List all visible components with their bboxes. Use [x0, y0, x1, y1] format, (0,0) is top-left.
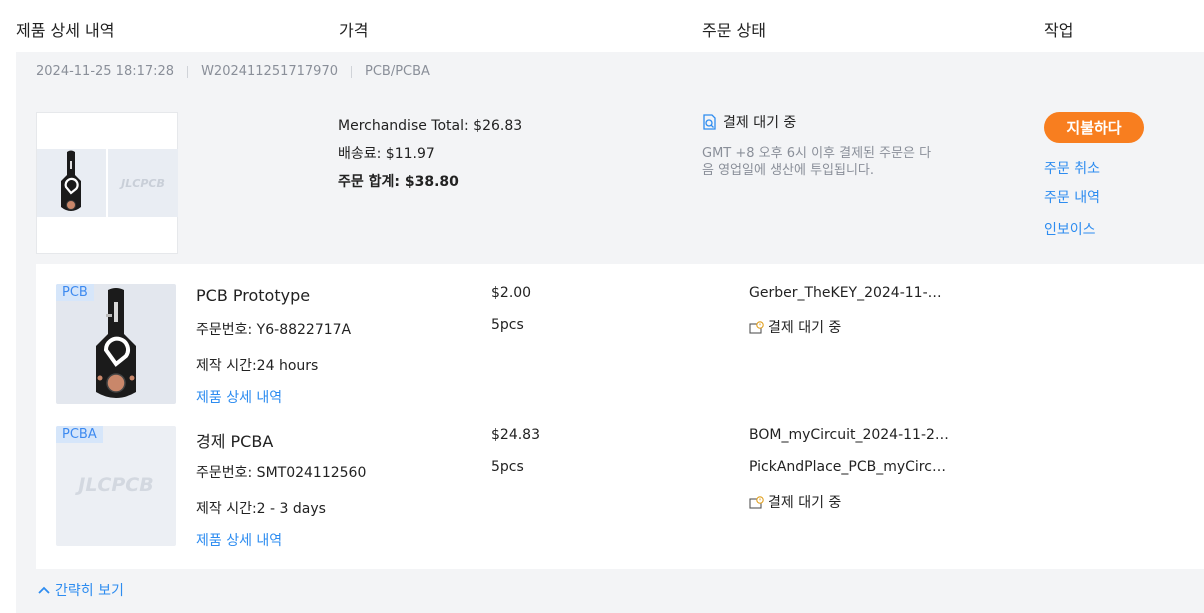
jlcpcb-watermark: JLCPCB	[78, 474, 154, 496]
wallet-clock-icon	[749, 320, 764, 334]
order-date: 2024-11-25 18:17:28	[36, 64, 175, 79]
item-quantity: 5pcs	[491, 459, 524, 475]
item-status-text: 결제 대기 중	[768, 495, 842, 511]
item-title: 경제 PCBA	[196, 432, 274, 451]
item-price: $2.00	[491, 285, 532, 301]
item-build-time: 제작 시간:2 - 3 days	[196, 501, 326, 517]
col-price-header: 가격	[339, 21, 369, 40]
order-id: W202411251717970	[201, 64, 338, 79]
item-status: 결제 대기 중	[749, 492, 841, 512]
pcba-thumbnail: JLCPCB	[108, 149, 178, 217]
item-order-number: 주문번호: SMT024112560	[196, 465, 367, 481]
jlcpcb-watermark: JLCPCB	[121, 176, 165, 190]
order-card: 2024-11-25 18:17:28 W202411251717970 PCB…	[16, 52, 1204, 613]
pcb-item-image[interactable]: PCB	[56, 284, 176, 404]
order-total-value: $38.80	[404, 174, 459, 190]
item-details-link[interactable]: 제품 상세 내역	[196, 387, 282, 407]
merch-total: Merchandise Total: $26.83	[338, 118, 523, 134]
chevron-up-icon	[38, 586, 50, 594]
item-order-number: 주문번호: Y6-8822717A	[196, 322, 352, 338]
bom-file-link[interactable]: BOM_myCircuit_2024-11-24.csv	[749, 427, 949, 443]
order-type: PCB/PCBA	[365, 64, 430, 79]
order-total: 주문 합계: $38.80	[338, 168, 522, 196]
table-header: 제품 상세 내역 가격 주문 상태 작업	[0, 0, 1204, 52]
item-quantity: 5pcs	[491, 317, 524, 333]
col-status-header: 주문 상태	[702, 21, 766, 40]
divider	[187, 65, 189, 78]
order-totals: Merchandise Total: $26.83 배송료: $11.97 주문…	[338, 112, 522, 196]
pay-button[interactable]: 지불하다	[1044, 112, 1144, 143]
cancel-order-link[interactable]: 주문 취소	[1044, 158, 1100, 178]
pcb-board-icon	[96, 288, 136, 398]
order-details-link[interactable]: 주문 내역	[1044, 187, 1100, 207]
collapse-link[interactable]: 간략히 보기	[38, 580, 124, 600]
order-status: 결제 대기 중	[702, 112, 796, 132]
shipping-fee: 배송료: $11.97	[338, 146, 435, 162]
item-build-time: 제작 시간:24 hours	[196, 358, 319, 374]
invoice-link[interactable]: 인보이스	[1044, 219, 1096, 239]
col-details-header: 제품 상세 내역	[16, 21, 115, 40]
pcb-thumbnail	[37, 149, 106, 217]
col-action-header: 작업	[1044, 21, 1074, 40]
item-type-tag: PCBA	[56, 426, 103, 443]
gerber-file-link[interactable]: Gerber_TheKEY_2024-11-24.zip	[749, 285, 949, 301]
order-status-text: 결제 대기 중	[723, 115, 797, 131]
order-meta: 2024-11-25 18:17:28 W202411251717970 PCB…	[36, 64, 430, 79]
pcba-item-image[interactable]: JLCPCB PCBA	[56, 426, 176, 546]
wallet-clock-icon	[749, 495, 764, 509]
item-details-link[interactable]: 제품 상세 내역	[196, 530, 282, 550]
document-search-icon	[703, 114, 716, 130]
divider	[351, 65, 352, 78]
pick-and-place-file-link[interactable]: PickAndPlace_PCB_myCircuit_2024-11-24.cs…	[749, 459, 949, 475]
collapse-link-label: 간략히 보기	[55, 583, 124, 599]
order-items: PCB PCB Prototype 주문번호: Y6-8822717A 제작 시…	[36, 264, 1204, 569]
item-price: $24.83	[491, 427, 540, 443]
pcb-board-icon	[61, 150, 81, 211]
item-status: 결제 대기 중	[749, 317, 841, 337]
item-title: PCB Prototype	[196, 286, 311, 305]
item-status-text: 결제 대기 중	[768, 320, 842, 336]
item-type-tag: PCB	[56, 284, 94, 301]
order-thumbnail[interactable]: JLCPCB	[36, 112, 178, 254]
order-total-label: 주문 합계:	[338, 174, 400, 190]
status-note: GMT +8 오후 6시 이후 결제된 주문은 다음 영업일에 생산에 투입됩니…	[702, 146, 932, 178]
